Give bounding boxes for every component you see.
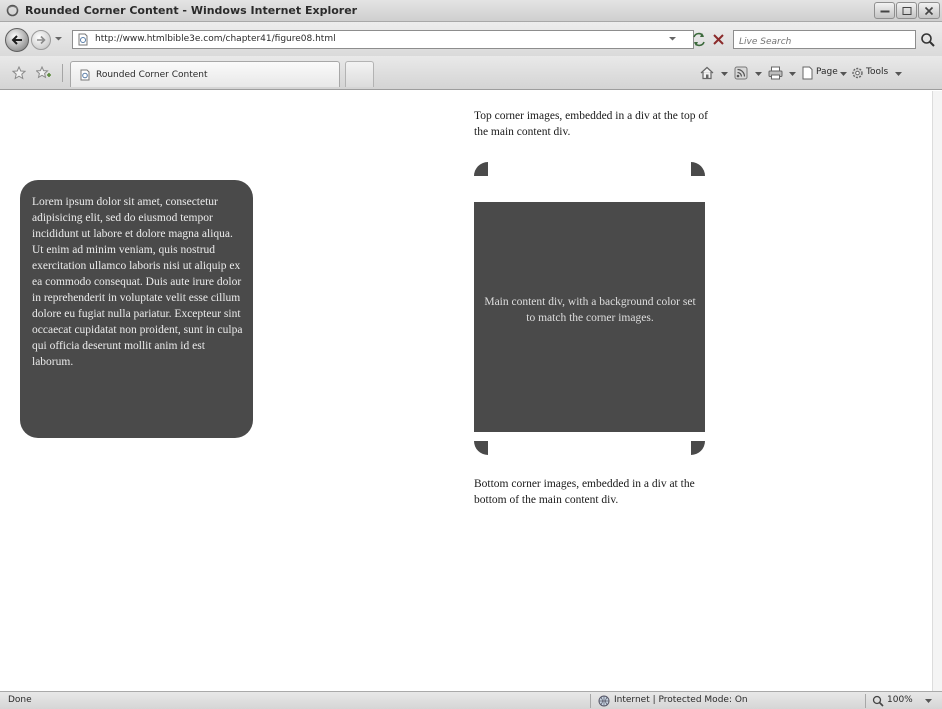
new-tab-button[interactable] <box>345 61 374 87</box>
tab-rounded-corner-content[interactable]: Rounded Corner Content <box>70 61 340 87</box>
page-menu-icon <box>802 66 813 80</box>
tools-menu-label: Tools <box>866 67 889 77</box>
tab-separator <box>62 64 63 82</box>
url-field[interactable]: http://www.htmlbible3e.com/chapter41/fig… <box>72 30 694 49</box>
forward-arrow-icon <box>37 35 46 45</box>
status-text: Done <box>8 695 32 705</box>
tab-bar: Rounded Corner Content Page Tools <box>0 56 942 90</box>
status-separator <box>865 694 866 708</box>
tools-menu[interactable]: Tools <box>851 64 903 82</box>
tools-gear-icon <box>852 67 863 79</box>
status-separator <box>590 694 591 708</box>
page-menu[interactable]: Page <box>801 64 847 82</box>
print-button[interactable] <box>768 64 788 82</box>
zoom-icon[interactable] <box>872 695 884 707</box>
chevron-down-icon <box>840 72 847 76</box>
back-button[interactable] <box>5 28 29 52</box>
zoom-dropdown-icon[interactable] <box>925 698 932 704</box>
print-icon <box>768 66 783 80</box>
close-icon <box>924 6 934 15</box>
globe-icon <box>598 695 610 707</box>
top-right-corner-image <box>691 162 705 176</box>
page-icon <box>78 33 88 46</box>
minimize-button[interactable] <box>874 2 895 19</box>
page-content: Lorem ipsum dolor sit amet, consectetur … <box>0 91 942 691</box>
title-bar: Rounded Corner Content - Windows Interne… <box>0 0 942 22</box>
home-icon <box>700 66 714 80</box>
chevron-down-icon <box>895 72 902 76</box>
address-bar: http://www.htmlbible3e.com/chapter41/fig… <box>0 22 942 56</box>
favorites-star-icon[interactable] <box>12 66 26 80</box>
feeds-icon <box>734 66 748 80</box>
rounded-box-text: Lorem ipsum dolor sit amet, consectetur … <box>32 196 243 368</box>
refresh-icon[interactable] <box>690 31 708 48</box>
bottom-right-corner-image <box>691 441 705 455</box>
zoom-level[interactable]: 100% <box>887 695 913 705</box>
search-box[interactable] <box>733 30 916 51</box>
home-dropdown-icon[interactable] <box>721 71 728 77</box>
vertical-scrollbar[interactable] <box>932 91 942 691</box>
bottom-left-corner-image <box>474 441 488 455</box>
forward-button[interactable] <box>31 30 51 50</box>
tab-label: Rounded Corner Content <box>96 70 208 80</box>
page-menu-label: Page <box>816 67 838 77</box>
recent-pages-dropdown-icon[interactable] <box>54 34 63 43</box>
bottom-caption: Bottom corner images, embedded in a div … <box>474 478 695 506</box>
feeds-button[interactable] <box>734 64 754 82</box>
home-button[interactable] <box>700 64 720 82</box>
stop-icon[interactable] <box>711 31 727 48</box>
status-bar: Done Internet | Protected Mode: On 100% <box>0 691 942 709</box>
close-button[interactable] <box>918 2 940 19</box>
page-icon <box>80 69 90 81</box>
search-input[interactable] <box>734 33 915 51</box>
top-caption: Top corner images, embedded in a div at … <box>474 110 708 138</box>
url-dropdown-icon[interactable] <box>668 34 677 43</box>
rounded-content-box: Lorem ipsum dolor sit amet, consectetur … <box>20 180 253 438</box>
main-content-div: Main content div, with a background colo… <box>474 202 705 432</box>
top-left-corner-image <box>474 162 488 176</box>
window-title: Rounded Corner Content - Windows Interne… <box>25 4 358 17</box>
maximize-button[interactable] <box>896 2 917 19</box>
minimize-icon <box>880 10 889 12</box>
main-content-text: Main content div, with a background colo… <box>484 296 696 324</box>
print-dropdown-icon[interactable] <box>789 71 796 77</box>
search-icon[interactable] <box>920 32 936 48</box>
ie-icon <box>6 4 19 17</box>
feeds-dropdown-icon[interactable] <box>755 71 762 77</box>
back-arrow-icon <box>11 35 22 45</box>
security-zone-text[interactable]: Internet | Protected Mode: On <box>614 695 748 705</box>
url-text: http://www.htmlbible3e.com/chapter41/fig… <box>95 34 336 44</box>
maximize-icon <box>902 6 911 15</box>
add-favorites-icon[interactable] <box>36 66 52 80</box>
